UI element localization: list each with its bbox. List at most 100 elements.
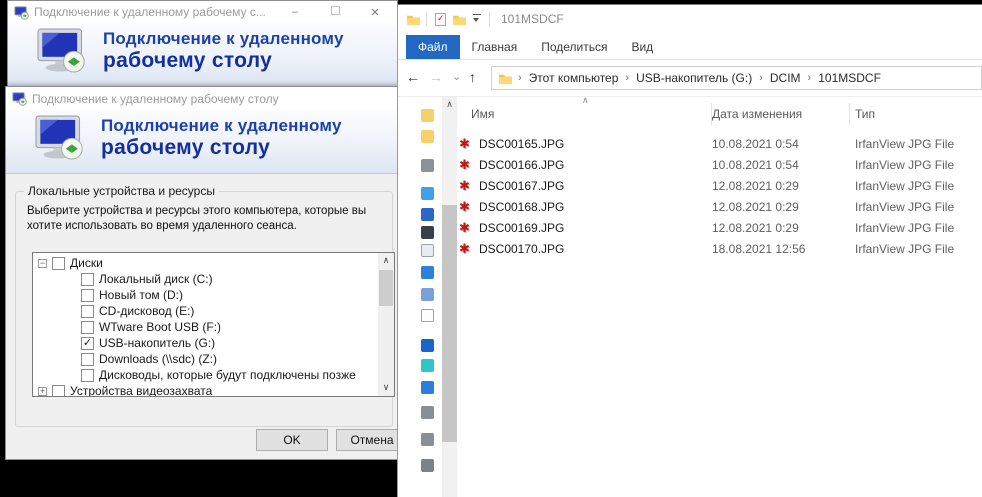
file-name: DSC00168.JPG bbox=[479, 200, 712, 214]
tree-item[interactable]: ✓USB-накопитель (G:) bbox=[33, 335, 377, 351]
blank-folder-icon[interactable] bbox=[421, 309, 434, 322]
file-row[interactable]: ✱ DSC00169.JPG 12.08.2021 0:29 IrfanView… bbox=[458, 217, 982, 238]
scroll-thumb[interactable] bbox=[442, 205, 457, 442]
file-name: DSC00166.JPG bbox=[479, 158, 712, 172]
jpg-file-icon: ✱ bbox=[459, 136, 479, 152]
tree-item[interactable]: Downloads (\\sdc) (Z:) bbox=[33, 351, 377, 367]
music-icon[interactable] bbox=[421, 359, 434, 372]
ok-button[interactable]: OK bbox=[256, 429, 328, 451]
recent-locations-button[interactable]: ⌄ bbox=[452, 70, 461, 83]
breadcrumb-item[interactable]: 101MSDCF bbox=[818, 71, 881, 85]
tab-поделиться[interactable]: Поделиться bbox=[529, 35, 619, 59]
scroll-thumb[interactable] bbox=[379, 270, 393, 306]
tree-item[interactable]: +Устройства видеозахвата bbox=[33, 383, 377, 397]
back-button[interactable]: ← bbox=[406, 69, 420, 85]
checkbox[interactable] bbox=[81, 369, 94, 382]
column-headers: Имя Дата изменения Тип ∧ bbox=[458, 101, 982, 127]
checkbox[interactable] bbox=[52, 385, 65, 398]
file-name: DSC00167.JPG bbox=[479, 179, 712, 193]
drive-icon[interactable] bbox=[421, 433, 434, 446]
folder-icon bbox=[406, 13, 421, 26]
film-icon[interactable] bbox=[421, 226, 434, 239]
checkbox[interactable] bbox=[81, 305, 94, 318]
breadcrumb-item[interactable]: Этот компьютер bbox=[529, 71, 619, 85]
grid-drive-icon[interactable] bbox=[421, 381, 434, 394]
close-button[interactable]: ✕ bbox=[355, 6, 395, 19]
address-bar[interactable]: ›Этот компьютер›USB-накопитель (G:)›DCIM… bbox=[491, 66, 982, 90]
qat-customize-button[interactable] bbox=[473, 14, 481, 25]
tree-item[interactable]: CD-дисковод (E:) bbox=[33, 303, 377, 319]
breadcrumb-separator-icon: › bbox=[518, 72, 522, 84]
chevron-down-icon bbox=[473, 18, 479, 25]
minimize-button[interactable]: – bbox=[275, 6, 315, 18]
tab-файл[interactable]: Файл bbox=[406, 35, 460, 59]
tab-главная[interactable]: Главная bbox=[460, 35, 530, 59]
breadcrumb-item[interactable]: DCIM bbox=[770, 71, 801, 85]
file-row[interactable]: ✱ DSC00167.JPG 12.08.2021 0:29 IrfanView… bbox=[458, 175, 982, 196]
scroll-up-icon[interactable]: ∧ bbox=[442, 99, 457, 110]
checkbox[interactable] bbox=[52, 257, 65, 270]
column-header-name[interactable]: Имя bbox=[471, 107, 712, 121]
titlebar[interactable]: ✓ 101MSDCF bbox=[398, 5, 982, 33]
checkbox[interactable] bbox=[81, 289, 94, 302]
forward-button[interactable]: → bbox=[429, 69, 443, 85]
maximize-button[interactable] bbox=[315, 6, 355, 18]
nav-scrollbar[interactable]: ∧ bbox=[442, 97, 457, 497]
checkbox[interactable] bbox=[81, 273, 94, 286]
tree-item-label: Downloads (\\sdc) (Z:) bbox=[99, 352, 217, 366]
file-row[interactable]: ✱ DSC00168.JPG 12.08.2021 0:29 IrfanView… bbox=[458, 196, 982, 217]
tree-item[interactable]: Дисководы, которые будут подключены позж… bbox=[33, 367, 377, 383]
picture-icon[interactable] bbox=[421, 288, 434, 301]
tree-item[interactable]: Новый том (D:) bbox=[33, 287, 377, 303]
expand-icon[interactable]: + bbox=[38, 387, 47, 396]
folder-icon[interactable] bbox=[421, 130, 434, 143]
document-icon[interactable] bbox=[421, 244, 434, 257]
tab-вид[interactable]: Вид bbox=[619, 35, 665, 59]
monitor-icon[interactable] bbox=[421, 187, 434, 200]
column-header-date[interactable]: Дата изменения bbox=[712, 107, 855, 121]
tree-item[interactable]: −Диски bbox=[33, 255, 377, 271]
folder-icon bbox=[452, 13, 467, 26]
scroll-down-icon[interactable]: ∨ bbox=[378, 380, 394, 396]
video-folder-icon[interactable] bbox=[421, 208, 434, 221]
tree-scrollbar[interactable]: ∧ ∨ bbox=[378, 253, 394, 396]
up-button[interactable]: ↑ bbox=[469, 69, 476, 85]
file-date: 10.08.2021 0:54 bbox=[712, 137, 855, 151]
checkbox[interactable]: ✓ bbox=[81, 337, 94, 350]
remote-desktop-icon bbox=[32, 115, 90, 165]
collapse-icon[interactable]: − bbox=[38, 259, 47, 268]
file-type: IrfanView JPG File bbox=[855, 221, 982, 235]
ribbon-tab-bar: ФайлГлавнаяПоделитьсяВид bbox=[398, 33, 982, 60]
file-date: 12.08.2021 0:29 bbox=[712, 200, 855, 214]
window-title: Подключение к удаленному рабочему столу bbox=[32, 92, 279, 106]
folder-icon[interactable] bbox=[421, 109, 434, 122]
tree-item[interactable]: WTware Boot USB (F:) bbox=[33, 319, 377, 335]
titlebar[interactable]: Подключение к удаленному рабочему столу bbox=[6, 87, 404, 110]
rdp-icon bbox=[14, 5, 29, 20]
download-arrow-icon[interactable] bbox=[421, 266, 434, 279]
onedrive-icon[interactable] bbox=[421, 339, 434, 352]
device-icon[interactable] bbox=[421, 159, 434, 172]
file-row[interactable]: ✱ DSC00165.JPG 10.08.2021 0:54 IrfanView… bbox=[458, 133, 982, 154]
groupbox-title: Локальные устройства и ресурсы bbox=[24, 184, 219, 198]
checkbox[interactable] bbox=[81, 353, 94, 366]
titlebar[interactable]: Подключение к удаленному рабочему с... –… bbox=[8, 1, 397, 23]
column-header-type[interactable]: Тип bbox=[855, 107, 982, 121]
file-row[interactable]: ✱ DSC00166.JPG 10.08.2021 0:54 IrfanView… bbox=[458, 154, 982, 175]
checkbox[interactable] bbox=[81, 321, 94, 334]
network-icon[interactable] bbox=[421, 459, 434, 472]
scroll-up-icon[interactable]: ∧ bbox=[378, 253, 394, 269]
file-date: 18.08.2021 12:56 bbox=[712, 242, 855, 256]
address-toolbar: ← → ⌄ ↑ ›Этот компьютер›USB-накопитель (… bbox=[398, 60, 982, 97]
file-type: IrfanView JPG File bbox=[855, 158, 982, 172]
file-row[interactable]: ✱ DSC00170.JPG 18.08.2021 12:56 IrfanVie… bbox=[458, 238, 982, 259]
breadcrumb-item[interactable]: USB-накопитель (G:) bbox=[636, 71, 752, 85]
new-folder-button[interactable] bbox=[452, 13, 467, 26]
rdp-dialog-front: Подключение к удаленному рабочему столу … bbox=[5, 86, 405, 460]
properties-button[interactable]: ✓ bbox=[435, 13, 446, 26]
file-date: 12.08.2021 0:29 bbox=[712, 221, 855, 235]
drive-icon[interactable] bbox=[421, 406, 434, 419]
jpg-file-icon: ✱ bbox=[459, 157, 479, 173]
file-type: IrfanView JPG File bbox=[855, 242, 982, 256]
tree-item[interactable]: Локальный диск (C:) bbox=[33, 271, 377, 287]
